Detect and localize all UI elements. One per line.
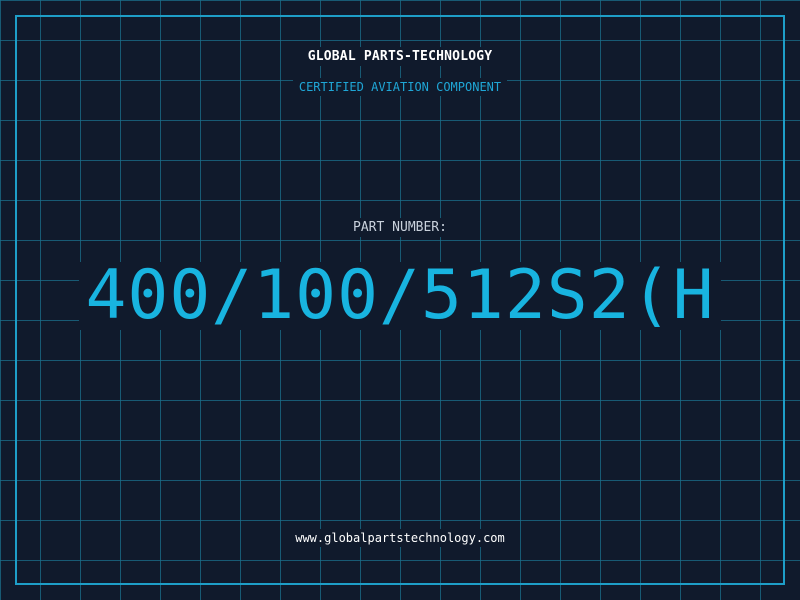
website-url-text: www.globalpartstechnology.com	[289, 529, 511, 547]
part-number-value: 400/100/512S2(H	[79, 262, 721, 330]
company-name-text: GLOBAL PARTS-TECHNOLOGY	[301, 47, 499, 66]
part-number-label-text: PART NUMBER:	[347, 218, 453, 237]
part-number-label: PART NUMBER:	[0, 218, 800, 237]
website-url: www.globalpartstechnology.com	[0, 529, 800, 547]
company-name: GLOBAL PARTS-TECHNOLOGY	[0, 47, 800, 66]
certification-subtitle: CERTIFIED AVIATION COMPONENT	[0, 78, 800, 96]
part-number: 400/100/512S2(H	[0, 262, 800, 330]
certification-subtitle-text: CERTIFIED AVIATION COMPONENT	[292, 78, 508, 96]
